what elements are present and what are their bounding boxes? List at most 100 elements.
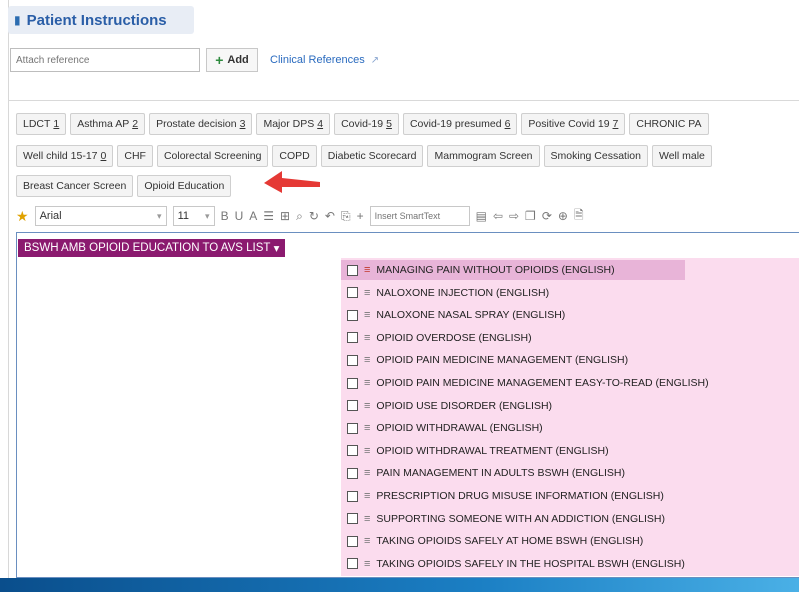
smartlist-option-label: OPIOID OVERDOSE (ENGLISH) — [376, 331, 532, 344]
checkbox[interactable] — [347, 535, 358, 547]
star-icon[interactable]: ★ — [16, 208, 29, 225]
smartlist-option[interactable]: ≡ MANAGING PAIN WITHOUT OPIOIDS (ENGLISH) — [341, 260, 685, 280]
smartphrase-row-1: LDCT 1 Asthma AP 2 Prostate decision 3 Major D… — [16, 113, 709, 137]
insert-smarttext-input[interactable] — [369, 206, 470, 226]
document-icon: ≡ — [364, 331, 371, 344]
document-icon: ≡ — [364, 377, 371, 389]
smartphrase-row-3: Breast Cancer Screen Opioid Education — [16, 175, 232, 199]
smartlist-option[interactable]: ≡ PRESCRIPTION DRUG MISUSE INFORMATION (E… — [347, 486, 664, 506]
smartphrase-button[interactable]: Breast Cancer Screen — [16, 175, 134, 197]
smartlist-option[interactable]: ≡ NALOXONE INJECTION (ENGLISH) — [347, 283, 549, 303]
add-button[interactable]: + Add — [206, 48, 258, 72]
smartlist-option-label: NALOXONE NASAL SPRAY (ENGLISH) — [376, 309, 566, 322]
smarttext-list-icon[interactable]: ▤ — [476, 209, 487, 223]
add-icon[interactable]: + — [357, 209, 364, 223]
smartphrase-button[interactable]: Well child 15-17 0 — [16, 145, 114, 167]
smartphrase-button[interactable]: CHF — [117, 145, 153, 167]
checkbox[interactable] — [347, 377, 358, 389]
smartlist-option[interactable]: ≡ TAKING OPIOIDS SAFELY IN THE HOSPITAL B… — [347, 554, 685, 574]
smartlist-option-label: SUPPORTING SOMEONE WITH AN ADDICTION (EN… — [376, 512, 666, 525]
document-icon: ≡ — [364, 399, 371, 412]
previous-arrow-icon[interactable]: ⇦ — [493, 209, 503, 223]
smartlist-option[interactable]: ≡ OPIOID USE DISORDER (ENGLISH) — [347, 396, 552, 416]
attach-reference-input[interactable] — [10, 48, 200, 72]
smartlist-option-label: MANAGING PAIN WITHOUT OPIOIDS (ENGLISH) — [376, 264, 615, 276]
plus-icon: + — [215, 52, 224, 68]
checkbox[interactable] — [347, 558, 358, 570]
smartlist-option-label: TAKING OPIOIDS SAFELY IN THE HOSPITAL BS… — [376, 557, 685, 570]
checkbox[interactable] — [347, 264, 358, 276]
font-size-select[interactable]: 11 ▾ — [172, 206, 215, 226]
undo-icon[interactable]: ↶ — [325, 209, 335, 223]
smartphrase-button[interactable]: COPD — [272, 145, 317, 167]
document-icon: ≡ — [364, 422, 371, 435]
smartphrase-button[interactable]: Opioid Education — [137, 175, 232, 197]
document-icon: ≡ — [364, 467, 371, 480]
smartphrase-button[interactable]: Diabetic Scorecard — [320, 145, 424, 167]
divider — [8, 100, 799, 101]
smartlist-options-panel: ≡ MANAGING PAIN WITHOUT OPIOIDS (ENGLISH)… — [341, 258, 799, 576]
smartlist-option-label: PRESCRIPTION DRUG MISUSE INFORMATION (EN… — [376, 490, 664, 502]
smartphrase-button[interactable]: Prostate decision 3 — [149, 113, 253, 135]
smartlist-option[interactable]: ≡ OPIOID WITHDRAWAL TREATMENT (ENGLISH) — [347, 441, 609, 461]
page-title: Patient Instructions — [26, 11, 167, 29]
smartlist-option[interactable]: ≡ OPIOID OVERDOSE (ENGLISH) — [347, 328, 532, 348]
smartphrase-button[interactable]: Major DPS 4 — [256, 113, 331, 135]
checkbox[interactable] — [347, 422, 358, 434]
checkbox[interactable] — [347, 513, 358, 525]
smartlist-option-label: OPIOID USE DISORDER (ENGLISH) — [376, 399, 553, 412]
underline-icon[interactable]: U — [235, 209, 244, 223]
smartphrase-button[interactable]: Colorectal Screening — [156, 145, 269, 167]
document-icon: ≡ — [364, 354, 371, 367]
checkbox[interactable] — [347, 467, 358, 479]
checkbox[interactable] — [347, 445, 358, 457]
document-icon: ≡ — [364, 512, 371, 525]
document-icon: ≡ — [364, 286, 371, 299]
smartlist-option[interactable]: ≡ PAIN MANAGEMENT IN ADULTS BSWH (ENGLISH… — [347, 463, 625, 483]
smartlist-option-label: NALOXONE INJECTION (ENGLISH) — [376, 286, 550, 299]
smartphrase-button[interactable]: Covid-19 presumed 6 — [402, 113, 518, 135]
document-icon[interactable]: 🗎 — [574, 206, 584, 227]
section-header[interactable]: ▮ Patient Instructions — [8, 6, 194, 34]
smartlist-option[interactable]: ≡ OPIOID PAIN MEDICINE MANAGEMENT (ENGLIS… — [347, 350, 628, 370]
checkbox[interactable] — [347, 309, 358, 321]
spellcheck-icon[interactable]: ↻ — [309, 209, 319, 223]
smartphrase-button[interactable]: LDCT 1 — [16, 113, 67, 135]
checkbox[interactable] — [347, 354, 358, 366]
checkbox[interactable] — [347, 490, 358, 502]
smartlist-option[interactable]: ≡ SUPPORTING SOMEONE WITH AN ADDICTION (E… — [347, 509, 665, 529]
find-icon[interactable]: ⌕ — [296, 209, 303, 224]
smartlist-option[interactable]: ≡ OPIOID PAIN MEDICINE MANAGEMENT EASY-TO… — [347, 373, 709, 393]
chevron-down-icon: ▾ — [205, 210, 210, 221]
smartlist-dropdown[interactable]: BSWH AMB OPIOID EDUCATION TO AVS LIST ▾ — [18, 239, 286, 257]
smartlist-option-label: OPIOID PAIN MEDICINE MANAGEMENT EASY-TO-… — [376, 377, 709, 389]
table-icon[interactable]: ⊞ — [280, 209, 290, 223]
refresh-icon[interactable]: ⟳ — [542, 209, 552, 223]
smartlist-option[interactable]: ≡ TAKING OPIOIDS SAFELY AT HOME BSWH (ENG… — [347, 531, 643, 551]
link-icon[interactable]: ⊕ — [558, 209, 568, 223]
next-arrow-icon[interactable]: ⇨ — [509, 209, 519, 223]
smartphrase-button[interactable]: Well male — [651, 145, 712, 167]
smartphrase-button[interactable]: CHRONIC PA — [629, 113, 709, 135]
document-icon: ≡ — [364, 264, 371, 276]
smartlist-option-label: OPIOID WITHDRAWAL TREATMENT (ENGLISH) — [376, 444, 609, 457]
smartphrase-button[interactable]: Mammogram Screen — [427, 145, 540, 167]
checkbox[interactable] — [347, 332, 358, 344]
copy-icon[interactable]: ❐ — [525, 209, 536, 223]
bullet-list-icon[interactable]: ☰ — [263, 209, 274, 223]
smartlist-option[interactable]: ≡ OPIOID WITHDRAWAL (ENGLISH) — [347, 418, 543, 438]
font-color-icon[interactable]: A — [249, 209, 257, 223]
smartphrase-button[interactable]: Positive Covid 19 7 — [521, 113, 626, 135]
checkbox[interactable] — [347, 400, 358, 412]
font-family-select[interactable]: Arial ▾ — [34, 206, 167, 226]
red-arrow-icon — [264, 171, 320, 193]
smartphrase-button[interactable]: Asthma AP 2 — [70, 113, 146, 135]
checkbox[interactable] — [347, 287, 358, 299]
insert-icon[interactable]: ⎘ — [341, 209, 351, 224]
clinical-references-link[interactable]: Clinical References ↗ — [270, 54, 379, 66]
smartphrase-button[interactable]: Smoking Cessation — [543, 145, 648, 167]
bold-icon[interactable]: B — [221, 209, 229, 223]
smartphrase-button[interactable]: Covid-19 5 — [334, 113, 399, 135]
smartlist-option-label: PAIN MANAGEMENT IN ADULTS BSWH (ENGLISH) — [376, 467, 625, 480]
smartlist-option[interactable]: ≡ NALOXONE NASAL SPRAY (ENGLISH) — [347, 305, 565, 325]
